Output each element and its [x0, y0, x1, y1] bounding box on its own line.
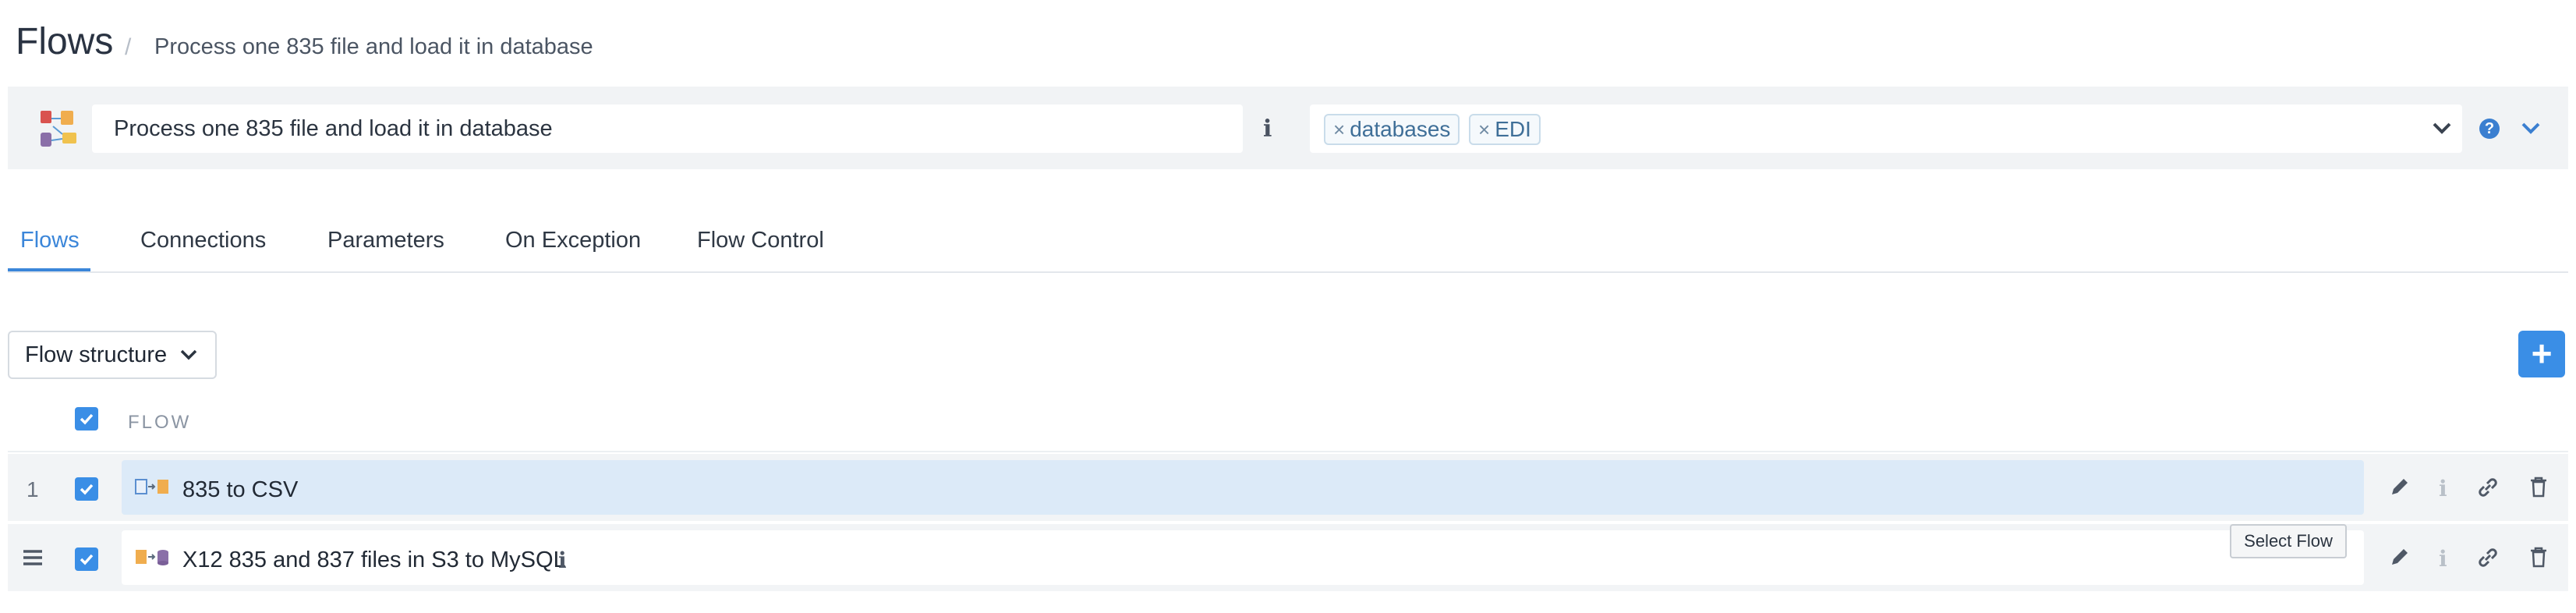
link-icon[interactable] [2476, 546, 2500, 575]
info-icon[interactable]: i [558, 547, 567, 573]
file-to-database-icon [134, 547, 170, 568]
breadcrumb-separator: / [125, 34, 132, 60]
add-flow-button[interactable]: + [2518, 331, 2565, 377]
active-tab-indicator [8, 268, 90, 271]
remove-tag-icon[interactable]: × [1333, 118, 1345, 142]
pencil-icon[interactable] [2389, 476, 2411, 503]
page-title: Flows [16, 21, 114, 62]
flow-name[interactable]: 835 to CSV [182, 477, 298, 503]
tab-on-exception[interactable]: On Exception [505, 228, 641, 253]
chevron-down-icon[interactable] [2520, 119, 2542, 141]
trash-icon[interactable] [2529, 546, 2548, 573]
tag-edi[interactable]: × EDI [1469, 114, 1541, 145]
chevron-down-icon[interactable] [2431, 119, 2453, 141]
info-icon[interactable]: i [2439, 476, 2447, 501]
link-icon[interactable] [2476, 476, 2500, 505]
column-header-flow: FLOW [128, 412, 192, 433]
file-to-file-icon [134, 477, 170, 498]
breadcrumb: Process one 835 file and load it in data… [154, 34, 593, 59]
flow-cell-selected[interactable] [122, 460, 2364, 515]
tag-databases[interactable]: × databases [1324, 114, 1460, 145]
select-all-checkbox[interactable] [75, 407, 98, 431]
tab-flow-control[interactable]: Flow Control [697, 228, 824, 253]
tab-connections[interactable]: Connections [140, 228, 266, 253]
flow-structure-select[interactable]: Flow structure [8, 331, 217, 379]
chevron-down-icon [179, 342, 198, 368]
flow-name-input[interactable] [92, 105, 1243, 153]
tab-parameters[interactable]: Parameters [327, 228, 444, 253]
row-index: 1 [27, 477, 39, 501]
help-icon[interactable]: ? [2479, 119, 2500, 139]
flow-diagram-icon [39, 109, 78, 150]
tabs-divider [8, 271, 2568, 273]
tag-label: EDI [1495, 117, 1531, 141]
tab-flows[interactable]: Flows [20, 228, 80, 253]
trash-icon[interactable] [2529, 476, 2548, 503]
info-icon[interactable]: i [2439, 546, 2447, 572]
row-checkbox[interactable] [75, 477, 98, 501]
select-label: Flow structure [25, 342, 168, 367]
info-icon[interactable]: i [1263, 115, 1272, 143]
tag-label: databases [1350, 117, 1451, 141]
tooltip: Select Flow [2230, 524, 2347, 558]
flow-name[interactable]: X12 835 and 837 files in S3 to MySQL [182, 547, 566, 573]
row-checkbox[interactable] [75, 547, 98, 571]
remove-tag-icon[interactable]: × [1478, 118, 1490, 142]
drag-handle-icon[interactable] [22, 549, 44, 570]
pencil-icon[interactable] [2389, 546, 2411, 573]
table-header-divider [8, 451, 2568, 452]
